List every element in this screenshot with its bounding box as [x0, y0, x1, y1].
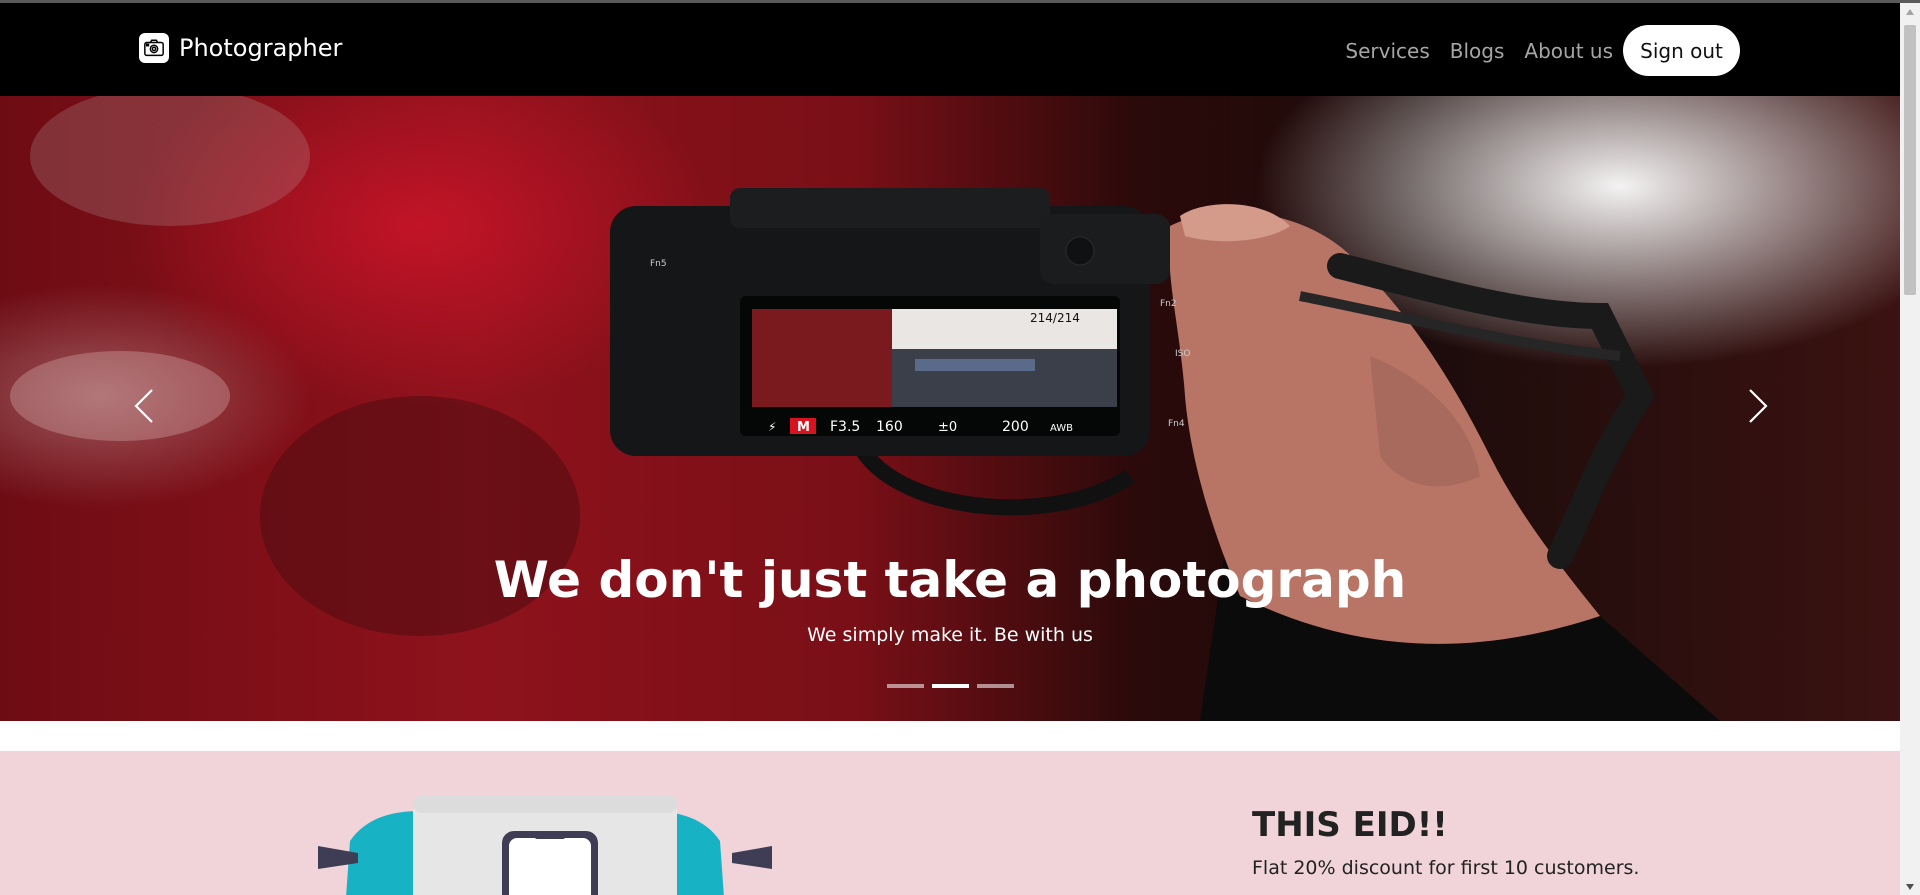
page-scrollbar[interactable]: [1900, 3, 1920, 895]
hero-carousel: ⚡ M F3.5 160 ±0 200 AWB 214/214 Fn2 Fn5 …: [0, 96, 1900, 721]
nav-link-services[interactable]: Services: [1345, 39, 1429, 63]
carousel-prev-button[interactable]: [124, 386, 164, 426]
carousel-indicator[interactable]: [886, 684, 924, 688]
svg-text:160: 160: [876, 419, 903, 435]
promo-title: THIS EID!!: [1252, 805, 1448, 845]
hero-title: We don't just take a photograph: [493, 551, 1407, 609]
carousel-next-button[interactable]: [1738, 386, 1778, 426]
svg-text:Fn2: Fn2: [1160, 299, 1177, 309]
svg-text:214/214: 214/214: [1030, 311, 1080, 325]
camera-icon: [139, 33, 169, 63]
navbar: Photographer Services Blogs About us Sig…: [0, 3, 1900, 96]
camera-readout-text: ⚡: [768, 420, 776, 434]
brand-link[interactable]: Photographer: [139, 33, 342, 63]
scroll-thumb[interactable]: [1904, 25, 1916, 295]
svg-text:Fn5: Fn5: [650, 259, 667, 269]
svg-text:200: 200: [1002, 419, 1029, 435]
promo-text: Flat 20% discount for first 10 customers…: [1252, 857, 1640, 879]
svg-text:ISO: ISO: [1175, 349, 1190, 359]
svg-text:F3.5: F3.5: [830, 419, 860, 435]
svg-text:±0: ±0: [938, 420, 957, 435]
chevron-right-icon: [1749, 389, 1768, 423]
svg-text:Fn4: Fn4: [1168, 419, 1185, 429]
brand-name: Photographer: [179, 34, 343, 62]
nav-link-about-us[interactable]: About us: [1524, 39, 1613, 63]
promo-illustration: [318, 795, 772, 895]
hero-subtitle: We simply make it. Be with us: [807, 624, 1093, 646]
scroll-down-arrow-icon[interactable]: [1900, 878, 1920, 895]
carousel-indicator[interactable]: [976, 684, 1014, 688]
sign-out-button[interactable]: Sign out: [1623, 25, 1740, 76]
promo-section: THIS EID!! Flat 20% discount for first 1…: [0, 751, 1900, 895]
nav-menu: Services Blogs About us Sign out: [1325, 25, 1740, 76]
svg-text:AWB: AWB: [1050, 423, 1073, 434]
svg-text:M: M: [797, 420, 810, 435]
chevron-left-icon: [134, 389, 153, 423]
carousel-indicator-active[interactable]: [931, 684, 969, 688]
nav-link-blogs[interactable]: Blogs: [1450, 39, 1505, 63]
scroll-up-arrow-icon[interactable]: [1900, 3, 1920, 20]
carousel-indicators: [0, 684, 1900, 688]
